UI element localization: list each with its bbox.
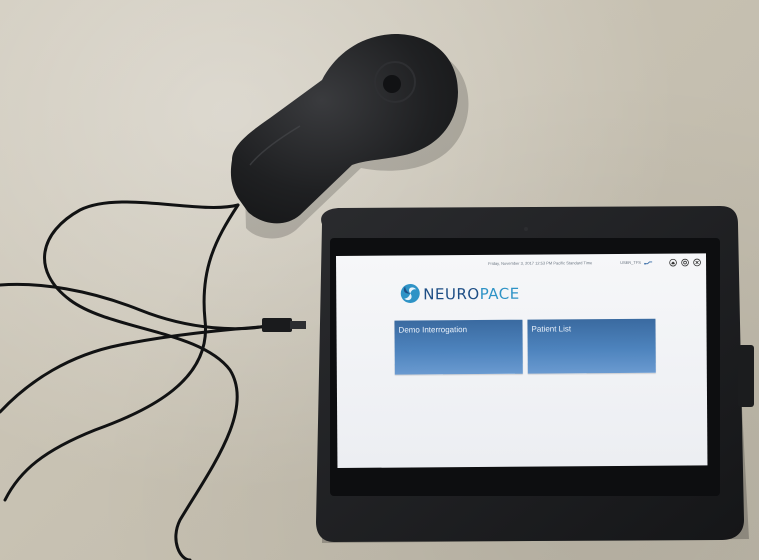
- status-datetime: Friday, November 3, 2017 12:53 PM Pacifi…: [488, 260, 593, 266]
- brand-name-part1: NEURO: [423, 284, 480, 304]
- usb-plug: [290, 321, 306, 329]
- brand-name: NEUROPACE: [423, 285, 520, 304]
- status-bar: Friday, November 3, 2017 12:53 PM Pacifi…: [336, 256, 706, 271]
- tile-label: Patient List: [531, 324, 572, 334]
- wand-button: [383, 75, 401, 93]
- brand-name-part2: PACE: [479, 284, 520, 303]
- patient-list-tile[interactable]: Patient List: [527, 318, 656, 374]
- camera-dot: [524, 227, 528, 231]
- home-icon[interactable]: [669, 258, 677, 267]
- usb-connector: [262, 318, 292, 332]
- tablet-screen: Friday, November 3, 2017 12:53 PM Pacifi…: [336, 253, 708, 468]
- close-icon[interactable]: [693, 258, 701, 267]
- wand-cable: [0, 200, 274, 560]
- neuropace-logo-icon: [400, 283, 420, 303]
- tile-label: Demo Interrogation: [398, 325, 468, 335]
- photo-scene: Friday, November 3, 2017 12:53 PM Pacifi…: [0, 0, 759, 560]
- status-user: USER_TFS: [620, 259, 641, 266]
- case-bumper: [738, 345, 754, 407]
- programmer-wand: [230, 34, 458, 224]
- settings-icon[interactable]: [681, 258, 689, 267]
- demo-interrogation-tile[interactable]: Demo Interrogation: [394, 319, 523, 375]
- link-icon[interactable]: [644, 259, 653, 267]
